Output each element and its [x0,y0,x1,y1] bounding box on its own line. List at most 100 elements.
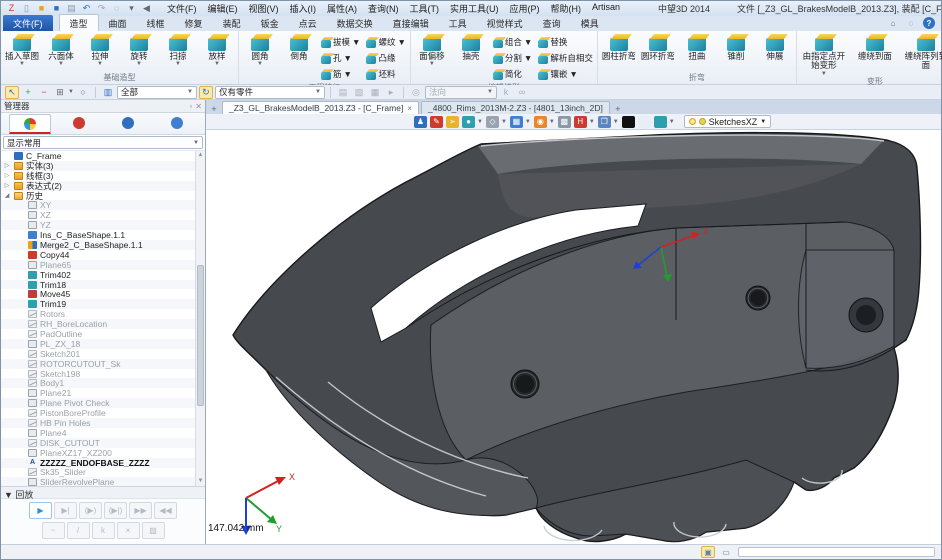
tree-item[interactable]: AZZZZZ_ENDOFBASE_ZZZZ [1,458,195,468]
show-manager-icon[interactable]: ▣ [701,546,715,558]
tree-item[interactable]: PistonBoreProfile [1,408,195,418]
tree-item[interactable]: PlaneXZ17_XZ200 [1,448,195,458]
background-icon[interactable]: ▩ [558,116,571,128]
ribbon-button[interactable]: 圆环折弯 [639,32,677,62]
tree-scrollbar[interactable]: ▲ ▼ [195,151,205,486]
tree-item[interactable]: Merge2_C_BaseShape.1.1 [1,240,195,250]
layer-dropdown[interactable]: SketchesXZ▼ [684,115,771,128]
add-selection-icon[interactable]: + [21,86,35,99]
document-tab-1[interactable]: _4800_Rims_2013M-2.Z3 - [4801_13inch_2D] [421,101,610,114]
ribbon-button[interactable]: 扫掠▼ [159,32,197,66]
tree-item[interactable]: XZ [1,210,195,220]
tree-item[interactable]: Copy44 [1,250,195,260]
remove-selection-icon[interactable]: − [37,86,51,99]
tree-item[interactable]: Plane21 [1,388,195,398]
material-swatch[interactable] [654,116,667,128]
ribbon-button[interactable]: 倒角 [280,32,318,62]
ribbon-tab-工具[interactable]: 工具 [439,15,477,31]
menu-item-1[interactable]: 编辑(E) [203,1,243,16]
playback-header[interactable]: ▼ 回放 [1,487,205,499]
menu-item-9[interactable]: 帮助(H) [546,1,587,16]
fly-mode-icon[interactable]: ➢ [446,116,459,128]
ribbon-tab-钣金[interactable]: 钣金 [251,15,289,31]
scroll-down-icon[interactable]: ▼ [196,477,205,486]
print-icon[interactable]: ▤ [65,3,78,15]
status-input[interactable] [738,547,935,557]
ribbon-small-button[interactable]: 组合▼ [493,36,532,48]
ribbon-tab-修复[interactable]: 修复 [175,15,213,31]
tree-item[interactable]: Trim18 [1,280,195,290]
part-filter-combo[interactable]: 仅有零件▼ [215,86,325,99]
assembly-manager-tab[interactable] [58,114,100,134]
ribbon-button[interactable]: 六面体▼ [42,32,80,66]
ribbon-button[interactable]: 圆柱折弯 [600,32,638,62]
tree-item[interactable]: Plane65 [1,260,195,270]
new-file-icon[interactable]: ▯ [20,3,33,15]
ribbon-small-button[interactable]: 凸缘 [366,52,405,64]
ribbon-button[interactable]: 锥削 [717,32,755,62]
tree-item[interactable]: PL_ZX_18 [1,339,195,349]
window-select-icon[interactable]: ⊞ [53,86,67,99]
white-swatch[interactable] [638,116,651,128]
play-button[interactable]: ▶ [29,502,52,519]
expander-closed-icon[interactable]: ▷ [3,182,11,189]
ribbon-tab-装配[interactable]: 装配 [213,15,251,31]
ribbon-tab-直接编辑[interactable]: 直接编辑 [383,15,439,31]
tree-item[interactable]: SliderRevolvePlane [1,477,195,486]
ribbon-button[interactable]: 旋转▼ [120,32,158,66]
shaded-mode-icon[interactable]: ● [462,116,475,128]
menu-item-8[interactable]: 应用(P) [505,1,545,16]
ribbon-small-button[interactable]: 解析自相交 [538,52,593,64]
tree-item[interactable]: Sk35_Slider [1,468,195,478]
tree-item[interactable]: Rotors [1,309,195,319]
menu-item-4[interactable]: 属性(A) [322,1,362,16]
pin-icon[interactable]: ▫ [189,102,192,111]
ribbon-button[interactable]: 抽壳 [452,32,490,62]
ribbon-tab-曲面[interactable]: 曲面 [99,15,137,31]
scroll-thumb[interactable] [197,265,204,406]
new-tab-button[interactable]: + [612,104,624,114]
menu-item-7[interactable]: 实用工具(U) [445,1,504,16]
tree-item[interactable]: PadOutline [1,329,195,339]
visualize-manager-tab[interactable] [107,114,149,134]
tree-item[interactable]: DISK_CUTOUT [1,438,195,448]
hide-manager-icon[interactable]: ▭ [719,546,733,558]
redo-icon[interactable]: ↷ [95,3,108,15]
tab-scroll-left[interactable]: + [208,104,220,114]
menu-item-2[interactable]: 视图(V) [244,1,284,16]
settings-icon[interactable]: ◌ [905,17,917,29]
help-icon[interactable]: ? [923,17,935,29]
undo-icon[interactable]: ↶ [80,3,93,15]
ribbon-button[interactable]: 拉伸▼ [81,32,119,66]
ribbon-button[interactable]: 放样▼ [198,32,236,66]
close-icon[interactable]: × [407,104,412,113]
history-manager-tab[interactable] [9,114,51,134]
ribbon-button[interactable]: 面偏移▼ [413,32,451,66]
regen-all-icon[interactable]: ◌ [110,3,123,15]
ribbon-button[interactable]: 圆角▼ [241,32,279,66]
model-3d[interactable]: X X Y [206,130,942,546]
ribbon-button[interactable]: 伸展 [756,32,794,62]
close-panel-icon[interactable]: ✕ [195,102,202,111]
ribbon-button[interactable]: 扭曲 [678,32,716,62]
tree-item[interactable]: Ins_C_BaseShape.1.1 [1,230,195,240]
entity-filter-combo[interactable]: 全部▼ [117,86,197,99]
wireframe-mode-icon[interactable]: ◇ [486,116,499,128]
expander-closed-icon[interactable]: ▷ [3,162,11,169]
view-manager-tab[interactable] [156,114,198,134]
ribbon-button[interactable]: 由指定点开始变形▼ [799,32,849,76]
menu-item-3[interactable]: 插入(I) [285,1,322,16]
ribbon-small-button[interactable]: 孔▼ [321,52,360,64]
view-plane-icon[interactable]: ▦ [510,116,523,128]
user-view-icon[interactable]: ♟ [414,116,427,128]
qat-dropdown-icon[interactable]: ▾ [125,3,138,15]
viewport-canvas[interactable]: X X Y 147.042 mm [206,130,941,544]
ribbon-tab-查询[interactable]: 查询 [533,15,571,31]
tree-item[interactable]: Plane Pivot Check [1,398,195,408]
tree-item[interactable]: XY [1,200,195,210]
lasso-select-icon[interactable]: ○ [76,86,90,99]
section-view-icon[interactable]: H [574,116,587,128]
ribbon-small-button[interactable]: 拔模▼ [321,36,360,48]
app-logo[interactable]: Z [5,3,18,15]
home-icon[interactable]: ⌂ [887,17,899,29]
